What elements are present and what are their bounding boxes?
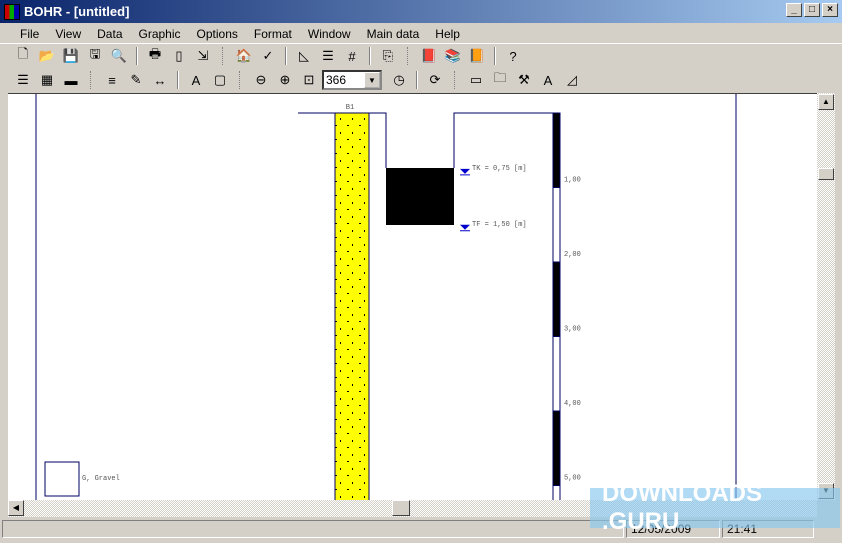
toolbar-grip[interactable] bbox=[239, 71, 242, 89]
water-level-icon bbox=[460, 224, 470, 230]
watermark-logo: DOWNLOADS .GURU bbox=[590, 480, 840, 535]
soil-column bbox=[334, 112, 370, 500]
menu-view[interactable]: View bbox=[47, 27, 89, 41]
depth-scale-segment bbox=[552, 410, 561, 486]
legend-label: G, Gravel bbox=[82, 475, 120, 483]
maximize-button[interactable]: □ bbox=[804, 3, 820, 17]
depth-scale-segment bbox=[552, 261, 561, 337]
app-icon bbox=[4, 3, 20, 20]
horizontal-scroll-thumb[interactable] bbox=[392, 500, 410, 516]
zoom-in-icon[interactable]: ⊕ bbox=[274, 70, 296, 90]
zoom-out-icon[interactable]: ⊖ bbox=[250, 70, 272, 90]
tools-icon[interactable]: ⚒ bbox=[513, 70, 535, 90]
preview-icon[interactable]: 🔍 bbox=[108, 46, 130, 66]
text-icon[interactable]: ☰ bbox=[317, 46, 339, 66]
print-icon[interactable]: 🖶 bbox=[144, 46, 166, 66]
depth-scale-segment bbox=[552, 187, 561, 263]
check-icon[interactable]: ✓ bbox=[257, 46, 279, 66]
toolbar-separator bbox=[177, 71, 179, 89]
project-icon[interactable]: 🏠 bbox=[233, 46, 255, 66]
toolbar-main: 🗋 📂 💾 🖫 🔍 🖶 ▯ ⇲ 🏠 ✓ ◺ ☰ # ⎘ 📕 📚 📙? bbox=[0, 44, 524, 68]
menu-options[interactable]: Options bbox=[189, 27, 246, 41]
menu-help[interactable]: Help bbox=[427, 27, 468, 41]
book-icon[interactable]: 📕 bbox=[418, 46, 440, 66]
scroll-left-button[interactable]: ◀ bbox=[8, 500, 24, 516]
new-icon[interactable]: 🗋 bbox=[12, 46, 34, 66]
copy-icon[interactable]: ⎘ bbox=[377, 46, 399, 66]
borehole-drawing: B1 TK = 0,75 [m] TF = 1,50 [m] 1,00 2,00 3,… bbox=[35, 94, 737, 500]
paint-icon[interactable]: ✎ bbox=[125, 70, 147, 90]
menu-bar: File View Data Graphic Options Format Window Ma… bbox=[0, 24, 842, 44]
depth-label: 1,00 bbox=[564, 177, 581, 185]
layout-icon[interactable]: ◺ bbox=[293, 46, 315, 66]
zoom-fit-icon[interactable]: ⊡ bbox=[298, 70, 320, 90]
water-level-label: TK = 0,75 [m] bbox=[472, 165, 527, 173]
depth-scale-segment bbox=[552, 112, 561, 188]
exit-icon[interactable]: ⇲ bbox=[192, 46, 214, 66]
menu-file[interactable]: File bbox=[12, 27, 47, 41]
menu-graphic[interactable]: Graphic bbox=[131, 27, 189, 41]
menu-main-data[interactable]: Main data bbox=[359, 27, 428, 41]
window-title: BOHR - [untitled] bbox=[24, 4, 130, 19]
status-message bbox=[2, 520, 624, 538]
depth-label: 4,00 bbox=[564, 400, 581, 408]
save-icon[interactable]: 💾 bbox=[60, 46, 82, 66]
water-level-icon bbox=[460, 168, 470, 174]
help-icon[interactable]: ? bbox=[502, 46, 524, 66]
drawing-canvas[interactable]: B1 TK = 0,75 [m] TF = 1,50 [m] 1,00 2,00 3,… bbox=[8, 93, 817, 500]
toolbar-grip[interactable] bbox=[90, 71, 93, 89]
font-icon[interactable]: A bbox=[185, 70, 207, 90]
borehole-label: B1 bbox=[346, 104, 354, 112]
bar-icon[interactable]: ▬ bbox=[60, 70, 82, 90]
zoom-value: 366 bbox=[326, 73, 347, 87]
toolbar-grip[interactable] bbox=[454, 71, 457, 89]
library-add-icon[interactable]: 📙 bbox=[466, 46, 488, 66]
water-block bbox=[386, 168, 454, 225]
toolbar-separator bbox=[416, 71, 418, 89]
toolbar-separator bbox=[369, 47, 371, 65]
close-button[interactable]: × bbox=[822, 3, 838, 17]
zoom-select[interactable]: 366 ▼ bbox=[322, 70, 382, 90]
chevron-down-icon[interactable]: ▼ bbox=[364, 72, 380, 88]
depth-label: 2,00 bbox=[564, 251, 581, 259]
toolbar-separator bbox=[285, 47, 287, 65]
scroll-up-button[interactable]: ▲ bbox=[818, 94, 834, 110]
triangle-icon[interactable]: ◿ bbox=[561, 70, 583, 90]
refresh-icon[interactable]: ⟳ bbox=[424, 70, 446, 90]
list-icon[interactable]: ☰ bbox=[12, 70, 34, 90]
globe-icon[interactable]: A bbox=[537, 70, 559, 90]
colors-icon[interactable]: ▦ bbox=[36, 70, 58, 90]
legend-swatch bbox=[44, 461, 80, 497]
depth-scale-segment bbox=[552, 336, 561, 412]
menu-window[interactable]: Window bbox=[300, 27, 359, 41]
water-level-label: TF = 1,50 [m] bbox=[472, 221, 527, 229]
casing-line-right bbox=[453, 112, 560, 168]
toolbar-grip[interactable] bbox=[222, 47, 225, 65]
depth-label: 3,00 bbox=[564, 326, 581, 334]
page-icon[interactable]: ▯ bbox=[168, 46, 190, 66]
vertical-scrollbar[interactable]: ▲ ▼ bbox=[817, 93, 835, 500]
toolbar-format: ☰ ▦ ▬ ≡ ✎ ↔ A ▢ ⊖ ⊕ ⊡ 366 ▼ ◷ ⟳ ▭ 🗀 ⚒ A ◿ bbox=[0, 68, 583, 92]
zoom-clock-icon[interactable]: ◷ bbox=[388, 70, 410, 90]
save-as-icon[interactable]: 🖫 bbox=[84, 46, 106, 66]
toolbar-separator bbox=[494, 47, 496, 65]
number-icon[interactable]: # bbox=[341, 46, 363, 66]
page-setup-icon[interactable]: ▢ bbox=[209, 70, 231, 90]
library-icon[interactable]: 📚 bbox=[442, 46, 464, 66]
toolbar-grip[interactable] bbox=[407, 47, 410, 65]
depth-scale-segment bbox=[552, 485, 561, 500]
folder-icon[interactable]: 🗀 bbox=[489, 70, 511, 90]
toolbar-separator bbox=[136, 47, 138, 65]
minimize-button[interactable]: _ bbox=[786, 3, 802, 17]
lines-icon[interactable]: ≡ bbox=[101, 70, 123, 90]
menu-format[interactable]: Format bbox=[246, 27, 300, 41]
frame-icon[interactable]: ▭ bbox=[465, 70, 487, 90]
open-icon[interactable]: 📂 bbox=[36, 46, 58, 66]
vertical-scroll-thumb[interactable] bbox=[818, 168, 834, 180]
width-icon[interactable]: ↔ bbox=[149, 70, 171, 90]
title-bar: BOHR - [untitled] _ □ × bbox=[0, 0, 842, 23]
menu-data[interactable]: Data bbox=[89, 27, 130, 41]
depth-label: 5,00 bbox=[564, 475, 581, 483]
